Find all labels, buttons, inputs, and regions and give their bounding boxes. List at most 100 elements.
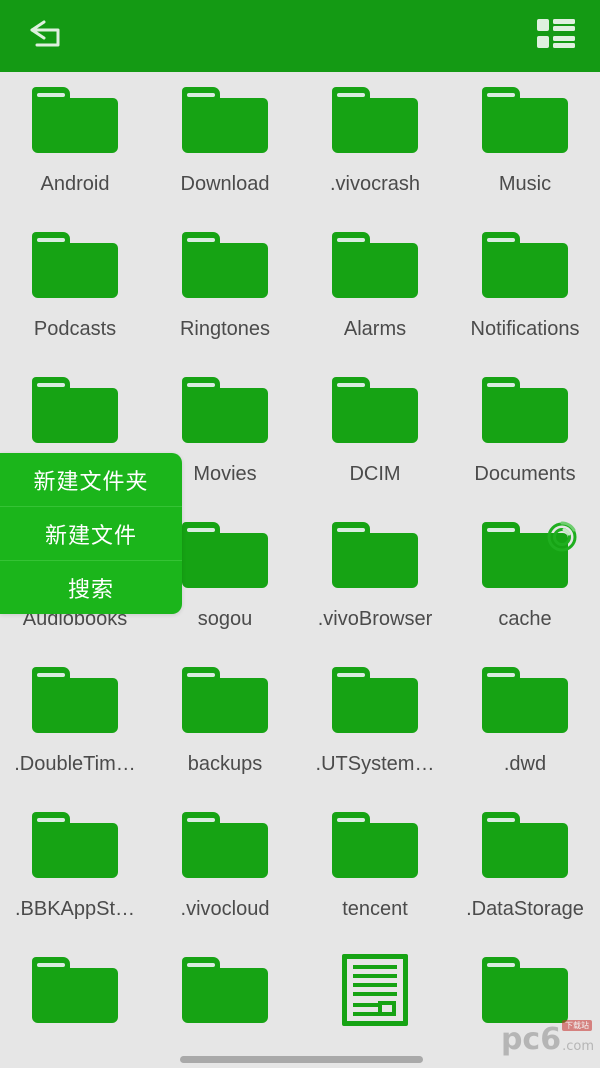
icon-wrapper bbox=[0, 370, 150, 450]
item-label: Ringtones bbox=[179, 318, 271, 340]
item-label: Download bbox=[180, 173, 270, 195]
folder-icon bbox=[332, 522, 418, 588]
icon-wrapper bbox=[0, 225, 150, 305]
document-icon bbox=[342, 954, 408, 1026]
folder-item[interactable]: Notifications bbox=[450, 225, 600, 341]
folder-icon bbox=[332, 377, 418, 443]
folder-item[interactable]: .vivocloud bbox=[150, 805, 300, 921]
folder-icon bbox=[482, 812, 568, 878]
icon-wrapper bbox=[150, 80, 300, 160]
folder-icon bbox=[32, 377, 118, 443]
folder-icon bbox=[182, 87, 268, 153]
icon-wrapper bbox=[300, 950, 450, 1030]
icon-wrapper bbox=[0, 80, 150, 160]
folder-icon bbox=[32, 232, 118, 298]
folder-item[interactable] bbox=[0, 950, 150, 1042]
folder-item[interactable]: Download bbox=[150, 80, 300, 196]
top-app-bar bbox=[0, 0, 600, 72]
back-button[interactable] bbox=[14, 10, 78, 62]
back-arrow-icon bbox=[22, 17, 70, 56]
folder-icon bbox=[482, 87, 568, 153]
folder-item[interactable]: Ringtones bbox=[150, 225, 300, 341]
icon-wrapper bbox=[300, 225, 450, 305]
folder-icon bbox=[182, 232, 268, 298]
menu-item-search[interactable]: 搜索 bbox=[0, 560, 182, 614]
icon-wrapper bbox=[150, 805, 300, 885]
folder-item[interactable]: .DataStorage bbox=[450, 805, 600, 921]
item-label: .BBKAppSt… bbox=[14, 898, 136, 920]
watermark-domain: .com bbox=[562, 1039, 594, 1054]
icon-wrapper bbox=[450, 660, 600, 740]
folder-item[interactable]: tencent bbox=[300, 805, 450, 921]
folder-item[interactable]: Documents bbox=[450, 370, 600, 486]
icon-wrapper bbox=[300, 805, 450, 885]
folder-item[interactable]: Android bbox=[0, 80, 150, 196]
folder-icon bbox=[332, 232, 418, 298]
item-label: .DoubleTim… bbox=[14, 753, 136, 775]
item-label: .DataStorage bbox=[466, 898, 584, 920]
icon-wrapper bbox=[450, 370, 600, 450]
item-label: DCIM bbox=[349, 463, 401, 485]
icon-wrapper bbox=[300, 660, 450, 740]
folder-item[interactable]: .vivocrash bbox=[300, 80, 450, 196]
item-label: .vivocrash bbox=[329, 173, 421, 195]
folder-item[interactable] bbox=[0, 370, 150, 462]
item-label: Podcasts bbox=[33, 318, 117, 340]
folder-icon bbox=[482, 667, 568, 733]
icon-wrapper bbox=[150, 660, 300, 740]
menu-item-label: 新建文件 bbox=[44, 522, 137, 548]
menu-item-label: 搜索 bbox=[67, 576, 114, 602]
folder-icon bbox=[182, 812, 268, 878]
item-label: .UTSystem… bbox=[315, 753, 435, 775]
file-item[interactable] bbox=[300, 950, 450, 1042]
folder-item[interactable]: .UTSystem… bbox=[300, 660, 450, 776]
menu-item-new-folder[interactable]: 新建文件夹 bbox=[0, 453, 182, 506]
folder-item[interactable] bbox=[150, 950, 300, 1042]
list-view-icon bbox=[536, 17, 576, 56]
icon-wrapper bbox=[450, 80, 600, 160]
folder-icon bbox=[482, 377, 568, 443]
folder-item[interactable]: Podcasts bbox=[0, 225, 150, 341]
folder-icon bbox=[182, 377, 268, 443]
item-label: cache bbox=[498, 608, 552, 630]
view-mode-toggle-button[interactable] bbox=[532, 14, 580, 58]
folder-icon bbox=[32, 87, 118, 153]
folder-icon bbox=[482, 232, 568, 298]
item-label: .vivocloud bbox=[180, 898, 270, 920]
folder-item[interactable]: .DoubleTim… bbox=[0, 660, 150, 776]
context-menu[interactable]: 新建文件夹 新建文件 搜索 bbox=[0, 453, 182, 614]
folder-icon bbox=[182, 667, 268, 733]
folder-icon bbox=[332, 812, 418, 878]
icon-wrapper bbox=[450, 805, 600, 885]
file-manager-screen: Android Download .vivocrash Music Podcasts Ri… bbox=[0, 0, 600, 1068]
folder-item[interactable]: .BBKAppSt… bbox=[0, 805, 150, 921]
folder-icon bbox=[182, 522, 268, 588]
folder-icon bbox=[332, 667, 418, 733]
item-label: tencent bbox=[342, 898, 408, 920]
icon-wrapper bbox=[150, 950, 300, 1030]
folder-icon bbox=[182, 957, 268, 1023]
folder-item[interactable]: .dwd bbox=[450, 660, 600, 776]
watermark-text: pc6 bbox=[500, 1022, 562, 1057]
folder-icon bbox=[32, 812, 118, 878]
item-label: Alarms bbox=[343, 318, 407, 340]
icon-wrapper bbox=[300, 80, 450, 160]
folder-item[interactable]: DCIM bbox=[300, 370, 450, 486]
folder-item[interactable]: .vivoBrowser bbox=[300, 515, 450, 631]
folder-item[interactable]: Alarms bbox=[300, 225, 450, 341]
folder-item[interactable]: Music bbox=[450, 80, 600, 196]
icon-wrapper bbox=[300, 370, 450, 450]
item-label: Notifications bbox=[470, 318, 580, 340]
icon-wrapper bbox=[450, 950, 600, 1030]
loading-spinner-icon bbox=[543, 518, 581, 556]
item-label: Android bbox=[40, 173, 110, 195]
item-label: backups bbox=[187, 753, 263, 775]
folder-icon bbox=[332, 87, 418, 153]
site-watermark: pc6 .com 下载站 bbox=[500, 1020, 594, 1057]
folder-item[interactable]: backups bbox=[150, 660, 300, 776]
menu-item-new-file[interactable]: 新建文件 bbox=[0, 506, 182, 560]
item-label: .dwd bbox=[503, 753, 547, 775]
item-label: .vivoBrowser bbox=[317, 608, 433, 630]
folder-icon bbox=[32, 957, 118, 1023]
icon-wrapper bbox=[150, 370, 300, 450]
